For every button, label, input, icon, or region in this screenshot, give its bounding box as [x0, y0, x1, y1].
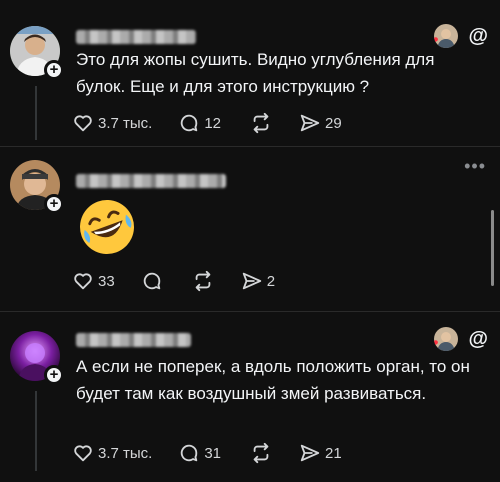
repost-icon [253, 442, 269, 464]
post-actions: 3.7 тыс. 12 29 [72, 109, 342, 137]
heart-icon [74, 115, 92, 132]
liked-heart-icon: ❤ [434, 338, 438, 350]
reply-count: 12 [204, 114, 222, 132]
post-text [76, 196, 138, 258]
reply-count: 31 [204, 444, 222, 462]
threads-logo-icon: @ [468, 327, 488, 350]
heart-icon [74, 445, 92, 462]
comment-icon [181, 114, 198, 132]
follow-button[interactable]: + [44, 60, 64, 80]
reply-button[interactable]: 31 [178, 442, 221, 464]
post-actions: 3.7 тыс. 31 21 [72, 439, 342, 467]
repost-icon [253, 112, 269, 134]
thread-line [35, 86, 37, 140]
reply-button[interactable] [141, 270, 163, 292]
username-redacted [76, 333, 191, 347]
repost-button[interactable] [249, 112, 273, 134]
post-actions: 33 2 [72, 267, 275, 295]
like-button[interactable]: 3.7 тыс. [72, 112, 152, 134]
creator-liked-avatar: ❤ [434, 24, 459, 48]
post-3: + ❤ @ А если не поперек, а вдоль положит… [0, 311, 500, 482]
creator-liked-avatar: ❤ [434, 327, 459, 351]
post-2: + ••• 33 2 [0, 146, 500, 311]
repost-button[interactable] [191, 270, 215, 292]
share-button[interactable]: 29 [299, 112, 342, 134]
heart-icon [74, 273, 92, 290]
share-count: 2 [266, 272, 276, 290]
send-icon [300, 114, 320, 132]
post-text: А если не поперек, а вдоль положить орга… [76, 357, 470, 403]
repost-icon [195, 270, 211, 292]
like-count: 3.7 тыс. [98, 114, 153, 132]
like-count: 3.7 тыс. [98, 444, 153, 462]
like-button[interactable]: 33 [72, 270, 115, 292]
follow-button[interactable]: + [44, 365, 64, 385]
comment-icon [181, 444, 198, 462]
like-button[interactable]: 3.7 тыс. [72, 442, 152, 464]
more-icon[interactable]: ••• [464, 156, 486, 177]
share-button[interactable]: 21 [299, 442, 342, 464]
send-icon [242, 272, 261, 290]
rolling-laughing-emoji-icon [80, 200, 134, 254]
reply-button[interactable]: 12 [178, 112, 221, 134]
share-button[interactable]: 2 [241, 270, 275, 292]
username-redacted [76, 174, 226, 188]
like-count: 33 [98, 272, 115, 290]
thread-line [35, 391, 37, 471]
share-count: 21 [325, 444, 342, 462]
send-icon [300, 444, 320, 462]
post-meta: ❤ @ [434, 24, 488, 48]
comment-icon [143, 272, 160, 290]
username-redacted [76, 30, 196, 44]
post-1: + ❤ @ Это для жопы сушить. Видно углубле… [0, 0, 500, 150]
scrollbar[interactable] [491, 210, 494, 286]
post-text: Это для жопы сушить. Видно углубления дл… [76, 50, 435, 96]
post-meta: ❤ @ [434, 327, 488, 351]
follow-button[interactable]: + [44, 194, 64, 214]
share-count: 29 [325, 114, 342, 132]
threads-logo-icon: @ [468, 24, 488, 47]
repost-button[interactable] [249, 442, 273, 464]
